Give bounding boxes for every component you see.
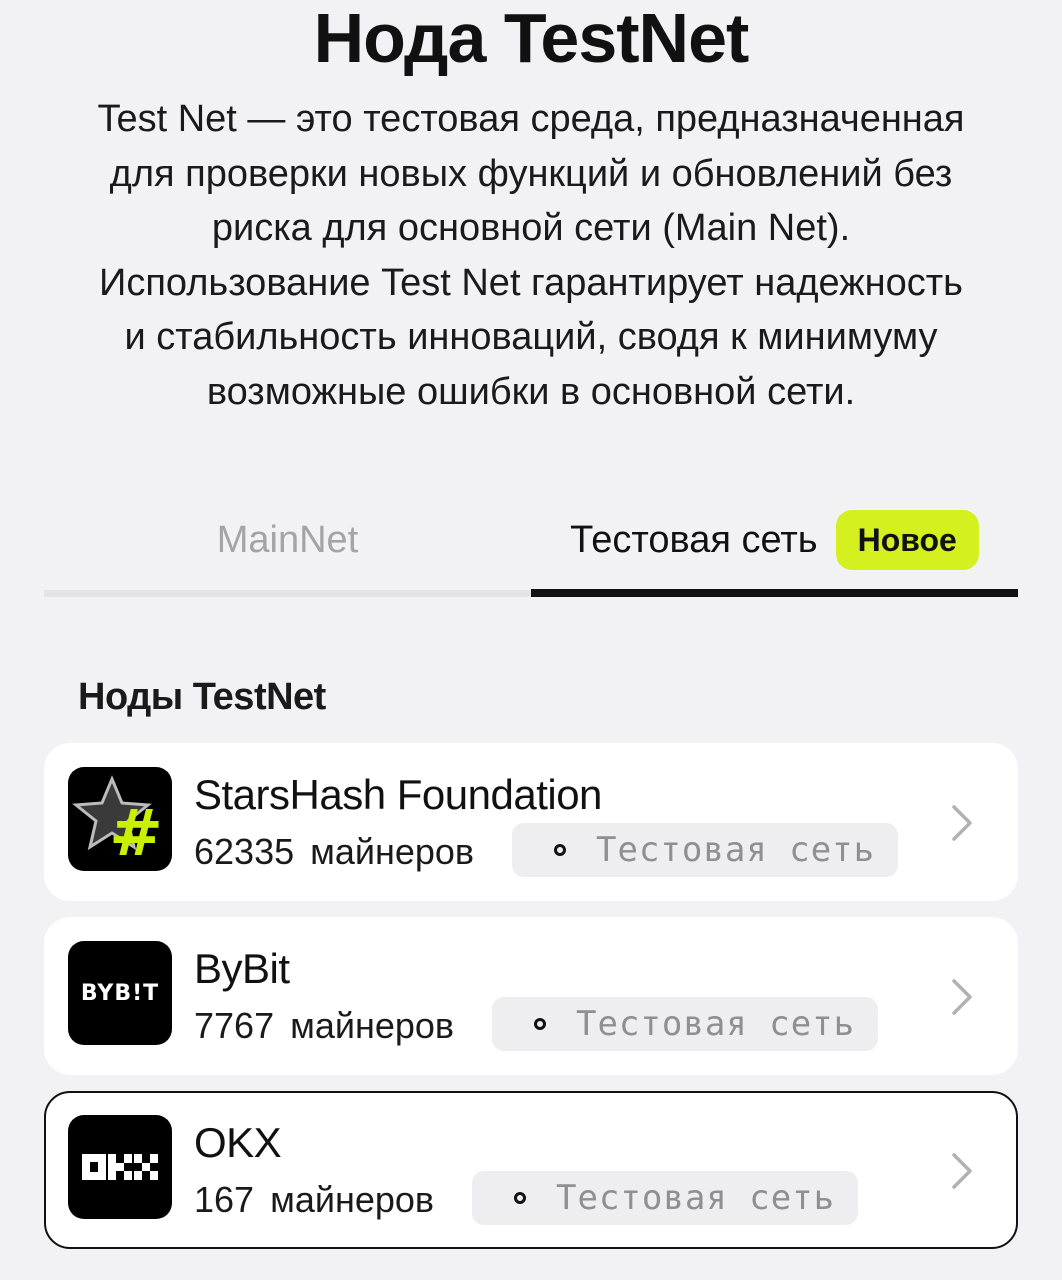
svg-text:#: # xyxy=(109,797,163,871)
chevron-right-icon xyxy=(952,979,972,1015)
miners-count: 7767 xyxy=(194,1005,275,1046)
network-badge: Тестовая сеть xyxy=(472,1171,858,1225)
miners-label: майнеров xyxy=(310,831,475,872)
new-badge: Новое xyxy=(835,510,979,570)
description-line: Test Net — это тестовая среда, предназна… xyxy=(97,98,965,140)
node-card-okx[interactable]: OKX 167 майнеров Тестовая сеть xyxy=(44,1091,1018,1249)
description-line: возможные ошибки в основной сети. xyxy=(206,370,856,413)
node-miners: 7767 майнеров xyxy=(194,1005,454,1047)
okx-logo-icon xyxy=(68,1115,172,1219)
description-line: Использование Test Net гарантирует надеж… xyxy=(99,261,963,304)
network-badge-label: Тестовая сеть xyxy=(596,830,876,870)
miners-label: майнеров xyxy=(290,1005,455,1046)
description-line: риска для основной сети (Main Net). xyxy=(211,207,851,249)
chevron-right-icon xyxy=(952,805,972,841)
tab-mainnet[interactable]: MainNet xyxy=(44,490,531,590)
section-title: Ноды TestNet xyxy=(78,676,326,718)
network-badge-label: Тестовая сеть xyxy=(576,1004,856,1044)
tab-active-indicator xyxy=(531,589,1018,597)
tab-mainnet-label: MainNet xyxy=(216,518,359,561)
page-description: Test Net — это тестовая среда, предназна… xyxy=(30,92,1032,419)
miners-count: 62335 xyxy=(194,831,295,872)
bybit-logo-icon: BYB!T xyxy=(68,941,172,1045)
tab-testnet-label: Тестовая сеть xyxy=(570,518,818,561)
network-tabs: MainNet Тестовая сеть Новое xyxy=(44,490,1018,598)
node-card-starshash[interactable]: # StarsHash Foundation 62335 майнеров Тес… xyxy=(44,743,1018,901)
status-dot-icon xyxy=(534,1018,546,1030)
network-badge-label: Тестовая сеть xyxy=(556,1178,836,1218)
status-dot-icon xyxy=(514,1192,526,1204)
page-title: Нода TestNet xyxy=(313,0,750,77)
node-name: OKX xyxy=(194,1119,282,1166)
miners-count: 167 xyxy=(194,1179,255,1220)
starshash-logo-icon: # xyxy=(68,767,172,871)
miners-label: майнеров xyxy=(270,1179,435,1220)
chevron-right-icon xyxy=(952,1153,972,1189)
network-badge: Тестовая сеть xyxy=(512,823,898,877)
status-dot-icon xyxy=(554,844,566,856)
node-miners: 167 майнеров xyxy=(194,1179,434,1221)
tab-testnet[interactable]: Тестовая сеть Новое xyxy=(531,490,1018,590)
node-name: ByBit xyxy=(194,945,290,992)
node-card-bybit[interactable]: BYB!T ByBit 7767 майнеров Тестовая сеть xyxy=(44,917,1018,1075)
network-badge: Тестовая сеть xyxy=(492,997,878,1051)
description-line: и стабильность инноваций, сводя к миниму… xyxy=(124,316,938,358)
node-miners: 62335 майнеров xyxy=(194,831,474,873)
description-line: для проверки новых функций и обновлений … xyxy=(109,152,953,195)
node-name: StarsHash Foundation xyxy=(194,771,602,818)
